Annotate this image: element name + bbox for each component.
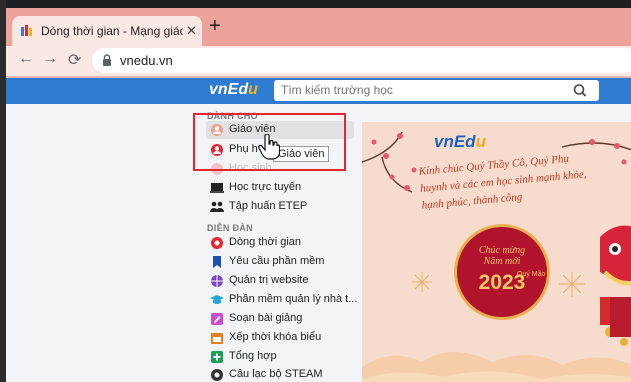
medallion-line1: Chúc mừng	[478, 245, 526, 256]
sidebar-item-label: Tập huấn ETEP	[229, 200, 308, 212]
new-year-banner[interactable]: vnEdu Kính chúc Quý Thầy Cô, Quý Phụ huy…	[362, 122, 631, 382]
sidebar-item-tong-hop[interactable]: Tổng hợp	[206, 348, 354, 366]
logo-accent: u	[248, 81, 258, 98]
tab-active[interactable]: Dòng thời gian - Mạng giáo dục ✕	[12, 16, 202, 46]
section-title-dien-dan: DIỄN ĐÀN	[207, 223, 253, 233]
calendar-icon	[211, 333, 223, 344]
online-learning-icon	[210, 183, 224, 193]
sidebar-item-label: Soạn bài giảng	[229, 312, 303, 324]
page-content: DÀNH CHO Giáo viên Phụ h Học sinh Học tr…	[6, 104, 631, 382]
tab-strip: Dòng thời gian - Mạng giáo dục ✕ +	[6, 8, 631, 46]
sidebar-item-soan-bai-giang[interactable]: Soạn bài giảng	[206, 310, 354, 328]
year-subtitle: Quý Mão	[517, 271, 546, 278]
plus-box-icon	[211, 351, 223, 363]
sidebar-item-label: Tổng hợp	[229, 350, 277, 362]
new-year-medallion: Chúc mừng Năm mới 2023 Quý Mão	[454, 224, 550, 320]
banner-logo-text: vnEd	[434, 132, 476, 151]
browser-window: Dòng thời gian - Mạng giáo dục ✕ + ← → ⟳…	[0, 0, 631, 382]
sidebar-item-quan-tri-website[interactable]: Quản trị website	[206, 272, 354, 290]
sidebar-item-label: Học trực tuyến	[229, 181, 302, 193]
bookmark-icon	[213, 256, 221, 268]
vnedu-logo[interactable]: vnEdu	[209, 81, 258, 99]
sidebar-item-phan-mem-quan-ly[interactable]: Phần mềm quản lý nhà t...	[206, 291, 358, 309]
tooltip: Giáo viên	[273, 146, 330, 162]
site-header: vnEdu Tìm kiếm trường học	[6, 78, 631, 104]
sidebar-item-label: Dòng thời gian	[229, 236, 302, 248]
medallion-line2: Năm mới	[483, 256, 521, 267]
sidebar-item-xep-thoi-khoa-bieu[interactable]: Xếp thời khóa biểu	[206, 329, 354, 347]
lion-dance-illustration	[600, 225, 631, 337]
sidebar-item-label: Yêu cầu phần mềm	[229, 255, 325, 267]
school-search-input[interactable]: Tìm kiếm trường học	[274, 80, 599, 101]
logo-text: vnEd	[209, 81, 249, 98]
cloud-decoration	[362, 352, 631, 382]
sidebar-item-yeu-cau-phan-mem[interactable]: Yêu cầu phần mềm	[206, 253, 354, 271]
graduation-icon	[210, 295, 224, 304]
timeline-icon	[211, 237, 223, 249]
banner-logo: vnEdu	[434, 132, 486, 152]
globe-icon	[211, 275, 223, 287]
sidebar-item-tap-huan-etep[interactable]: Tập huấn ETEP	[206, 198, 354, 216]
medallion-greeting: Chúc mừng Năm mới	[457, 245, 547, 267]
sidebar-item-dong-thoi-gian[interactable]: Dòng thời gian	[206, 234, 354, 252]
sidebar-item-label: Quản trị website	[229, 274, 309, 286]
search-icon[interactable]	[565, 82, 595, 99]
forward-button[interactable]: →	[42, 50, 58, 68]
back-button[interactable]: ←	[18, 50, 34, 68]
new-tab-button[interactable]: +	[209, 16, 221, 36]
reload-button[interactable]: ⟳	[68, 50, 81, 70]
sidebar-item-label: Xếp thời khóa biểu	[229, 331, 322, 343]
url-text: vnedu.vn	[120, 53, 173, 68]
steam-icon	[211, 369, 223, 381]
address-bar[interactable]: vnedu.vn	[92, 48, 631, 73]
sidebar-item-label: Phần mềm quản lý nhà t...	[229, 293, 358, 305]
edit-icon	[211, 313, 223, 325]
training-icon	[210, 201, 224, 212]
sidebar-item-cau-lac-bo-steam[interactable]: Câu lạc bộ STEAM	[206, 366, 354, 382]
hand-cursor-icon	[258, 134, 280, 160]
lock-icon	[103, 54, 111, 66]
tab-title: Dòng thời gian - Mạng giáo dục	[41, 24, 183, 38]
banner-logo-accent: u	[475, 132, 486, 151]
sidebar-item-hoc-truc-tuyen[interactable]: Học trực tuyến	[206, 179, 354, 197]
tab-close-icon[interactable]: ✕	[186, 23, 197, 39]
vnedu-favicon-icon	[21, 25, 32, 36]
sidebar-item-label: Câu lạc bộ STEAM	[229, 368, 323, 380]
browser-toolbar: ← → ⟳ vnedu.vn	[6, 46, 631, 76]
search-placeholder: Tìm kiếm trường học	[281, 83, 393, 97]
